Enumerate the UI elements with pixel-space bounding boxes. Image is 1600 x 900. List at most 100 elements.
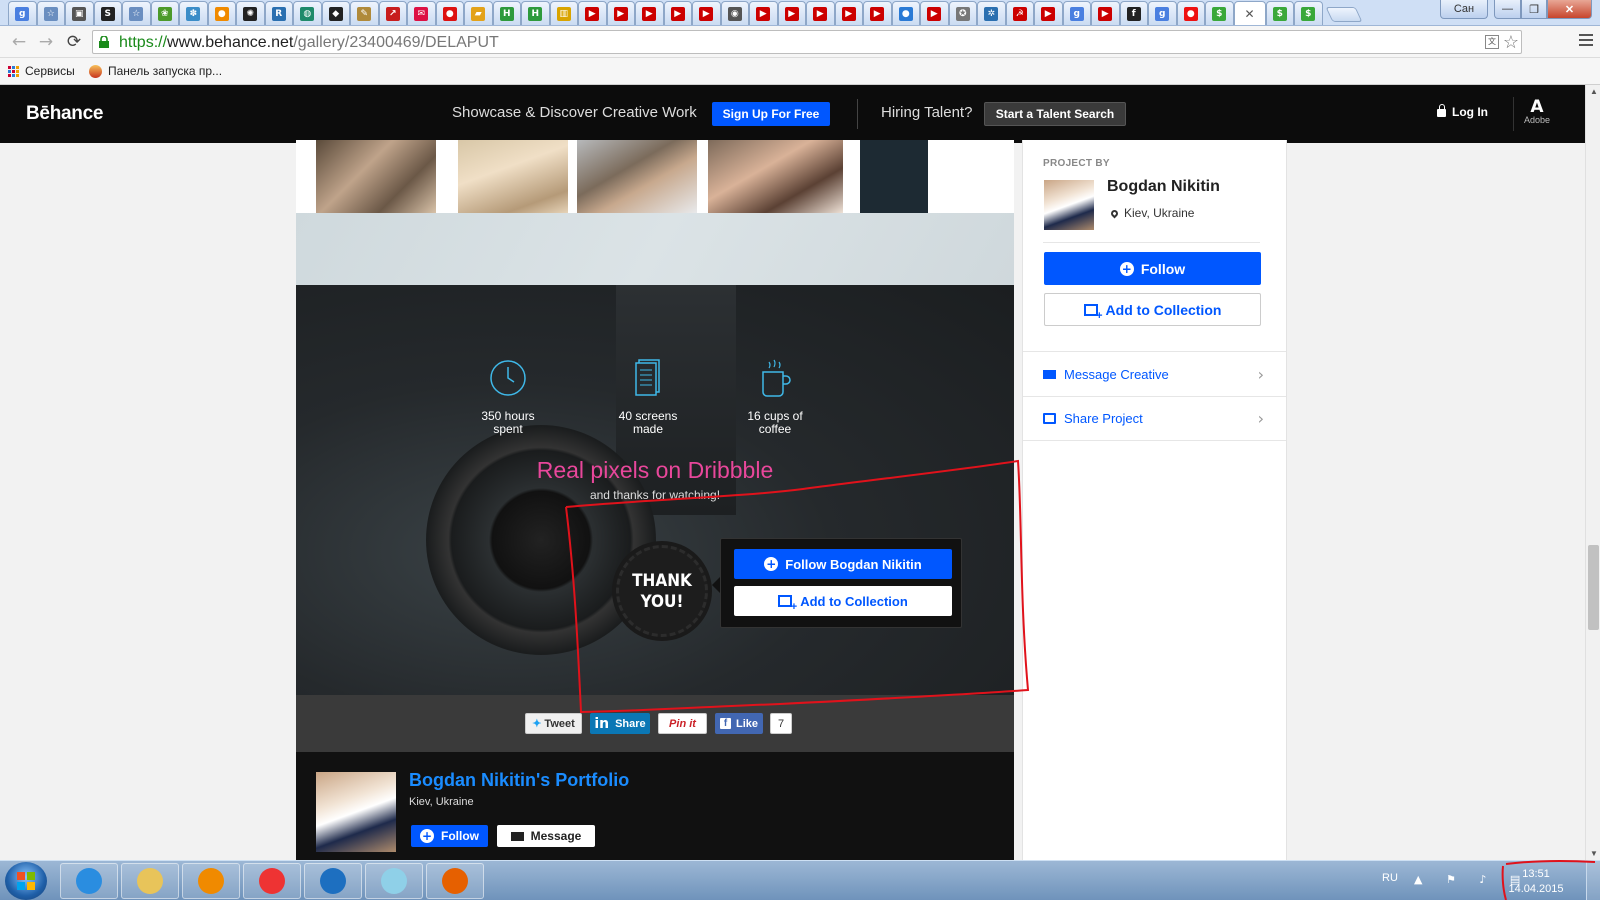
page-scrollbar[interactable]: ▲ ▼ bbox=[1585, 85, 1600, 860]
browser-tab[interactable]: ✺ bbox=[236, 1, 265, 25]
browser-tab[interactable]: R bbox=[264, 1, 293, 25]
taskbar-app-button[interactable] bbox=[243, 863, 301, 899]
browser-tab[interactable]: ✽ bbox=[179, 1, 208, 25]
owner-follow-button[interactable]: + Follow bbox=[411, 825, 488, 847]
browser-tab[interactable]: ☆ bbox=[36, 1, 65, 25]
adobe-logo[interactable]: A Adobe bbox=[1522, 99, 1552, 126]
browser-tab[interactable]: ◍ bbox=[293, 1, 322, 25]
browser-tab[interactable]: ▶ bbox=[606, 1, 635, 25]
sign-up-button[interactable]: Sign Up For Free bbox=[712, 102, 830, 126]
start-button[interactable] bbox=[5, 862, 47, 900]
browser-tab[interactable]: ✲ bbox=[977, 1, 1006, 25]
browser-tab[interactable]: ↗ bbox=[378, 1, 407, 25]
close-window-button[interactable]: ✕ bbox=[1547, 0, 1592, 19]
pinterest-button[interactable]: Pin it bbox=[658, 713, 707, 734]
linkedin-share-button[interactable]: in Share bbox=[590, 713, 650, 734]
browser-tab[interactable]: ▶ bbox=[635, 1, 664, 25]
scrollbar-thumb[interactable] bbox=[1588, 545, 1599, 630]
scroll-up-arrow-icon[interactable]: ▲ bbox=[1590, 87, 1598, 96]
talent-search-button[interactable]: Start a Talent Search bbox=[984, 102, 1126, 126]
browser-tab[interactable]: g bbox=[8, 1, 37, 25]
sidebar-add-to-collection-button[interactable]: Add to Collection bbox=[1044, 293, 1261, 326]
browser-tab[interactable]: ◉ bbox=[720, 1, 749, 25]
browser-tab[interactable]: ▶ bbox=[777, 1, 806, 25]
browser-tab[interactable]: $ bbox=[1205, 1, 1234, 25]
browser-tab[interactable]: ▶ bbox=[749, 1, 778, 25]
reload-button[interactable]: ⟳ bbox=[63, 32, 85, 52]
browser-tab[interactable]: ▥ bbox=[549, 1, 578, 25]
browser-tab[interactable]: ● bbox=[1176, 1, 1205, 25]
browser-tab[interactable]: ☆ bbox=[122, 1, 151, 25]
browser-tab[interactable]: ❀ bbox=[150, 1, 179, 25]
sidebar-follow-button[interactable]: + Follow bbox=[1044, 252, 1261, 285]
share-project-link[interactable]: Share Project › bbox=[1023, 396, 1286, 441]
taskbar-app-button[interactable] bbox=[182, 863, 240, 899]
browser-tab[interactable]: ▶ bbox=[578, 1, 607, 25]
owner-message-button[interactable]: Message bbox=[497, 825, 595, 847]
browser-tab[interactable]: ◆ bbox=[321, 1, 350, 25]
creator-avatar[interactable] bbox=[1044, 180, 1094, 230]
browser-tab[interactable]: H bbox=[521, 1, 550, 25]
browser-tab[interactable]: g bbox=[1148, 1, 1177, 25]
behance-logo[interactable]: Bēhance bbox=[26, 103, 103, 125]
portfolio-title-link[interactable]: Bogdan Nikitin's Portfolio bbox=[409, 770, 629, 791]
address-bar[interactable]: https://www.behance.net/gallery/23400469… bbox=[92, 30, 1522, 54]
browser-tab[interactable]: ▶ bbox=[663, 1, 692, 25]
browser-tab[interactable]: $ bbox=[1294, 1, 1323, 25]
scroll-down-arrow-icon[interactable]: ▼ bbox=[1590, 849, 1598, 858]
minimize-button[interactable]: — bbox=[1494, 0, 1521, 19]
taskbar-app-button[interactable] bbox=[121, 863, 179, 899]
back-button[interactable]: ← bbox=[8, 32, 30, 52]
browser-tab[interactable]: ▶ bbox=[863, 1, 892, 25]
browser-tab[interactable]: ● bbox=[207, 1, 236, 25]
browser-tab[interactable]: ✉ bbox=[407, 1, 436, 25]
creator-name[interactable]: Bogdan Nikitin bbox=[1107, 178, 1220, 196]
facebook-like-button[interactable]: f Like bbox=[715, 713, 763, 734]
taskbar-clock[interactable]: 13:51 14.04.2015 bbox=[1501, 867, 1571, 897]
browser-tab[interactable]: S bbox=[93, 1, 122, 25]
end-of-project-actions: + Follow Bogdan Nikitin Add to Collection bbox=[712, 538, 962, 628]
browser-tab[interactable]: ▶ bbox=[1091, 1, 1120, 25]
browser-tab[interactable]: ☭ bbox=[1005, 1, 1034, 25]
maximize-button[interactable]: ❐ bbox=[1521, 0, 1547, 19]
new-tab-button[interactable] bbox=[1325, 7, 1362, 22]
browser-tab[interactable]: ▶ bbox=[1034, 1, 1063, 25]
browser-tab[interactable]: ✎ bbox=[350, 1, 379, 25]
add-to-collection-button[interactable]: Add to Collection bbox=[734, 586, 952, 616]
browser-tab[interactable]: H bbox=[492, 1, 521, 25]
browser-tab[interactable]: ▶ bbox=[692, 1, 721, 25]
taskbar-app-button[interactable] bbox=[60, 863, 118, 899]
close-tab-icon[interactable]: ✕ bbox=[1243, 7, 1257, 21]
taskbar-app-button[interactable] bbox=[365, 863, 423, 899]
browser-tab[interactable]: ▣ bbox=[65, 1, 94, 25]
gear-icon: ✲ bbox=[984, 7, 999, 21]
browser-tab[interactable]: $ bbox=[1265, 1, 1294, 25]
translate-icon[interactable]: 文 bbox=[1485, 35, 1499, 49]
bookmark-launcher[interactable]: Панель запуска пр... bbox=[89, 64, 222, 78]
browser-tab[interactable]: f bbox=[1119, 1, 1148, 25]
forward-button[interactable]: → bbox=[35, 32, 57, 52]
bookmark-apps[interactable]: Сервисы bbox=[8, 64, 75, 78]
log-in-link[interactable]: Log In bbox=[1437, 104, 1488, 119]
chrome-menu-icon[interactable] bbox=[1579, 34, 1593, 49]
bookmark-star-icon[interactable]: ☆ bbox=[1503, 31, 1519, 53]
active-browser-tab[interactable]: ✕ bbox=[1233, 1, 1266, 25]
owner-avatar[interactable] bbox=[316, 772, 396, 852]
browser-tab[interactable]: g bbox=[1062, 1, 1091, 25]
browser-tab[interactable]: ✪ bbox=[948, 1, 977, 25]
language-indicator[interactable]: RU bbox=[1382, 872, 1398, 884]
browser-tab[interactable]: ▶ bbox=[806, 1, 835, 25]
profile-button[interactable]: Сан bbox=[1440, 0, 1488, 19]
show-desktop-button[interactable] bbox=[1586, 861, 1600, 900]
browser-tab[interactable]: ● bbox=[435, 1, 464, 25]
taskbar-app-button[interactable] bbox=[304, 863, 362, 899]
message-creative-link[interactable]: Message Creative › bbox=[1023, 351, 1286, 396]
browser-tab[interactable]: ▶ bbox=[920, 1, 949, 25]
browser-tab[interactable]: ● bbox=[891, 1, 920, 25]
tweet-button[interactable]: ✦ Tweet bbox=[525, 713, 582, 734]
browser-tab[interactable]: ▰ bbox=[464, 1, 493, 25]
dribbble-headline[interactable]: Real pixels on Dribbble bbox=[296, 457, 1014, 484]
taskbar-app-button[interactable] bbox=[426, 863, 484, 899]
browser-tab[interactable]: ▶ bbox=[834, 1, 863, 25]
follow-creator-button[interactable]: + Follow Bogdan Nikitin bbox=[734, 549, 952, 579]
